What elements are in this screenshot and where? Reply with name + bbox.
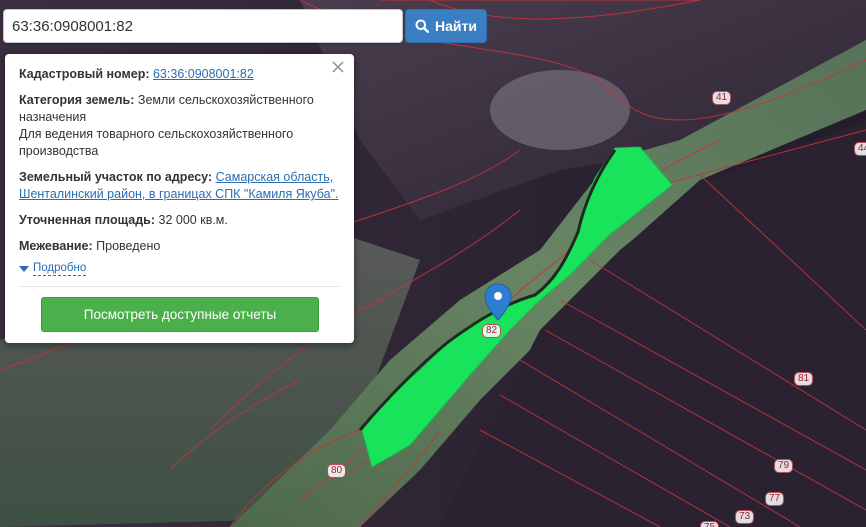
parcel-label-75: 75: [700, 521, 720, 527]
parcel-label-44: 44: [854, 142, 866, 156]
find-button-label: Найти: [435, 18, 477, 34]
parcel-label-81: 81: [794, 372, 814, 386]
search-icon: [415, 19, 430, 33]
survey-value: Проведено: [96, 239, 161, 253]
area-value: 32 000 кв.м.: [158, 213, 228, 227]
parcel-label-79: 79: [774, 459, 794, 473]
area-row: Уточненная площадь: 32 000 кв.м.: [19, 212, 340, 229]
search-box: [3, 9, 403, 43]
land-usage-value: Для ведения товарного сельскохозяйственн…: [19, 127, 294, 158]
parcel-label-80: 80: [327, 464, 347, 478]
field-light-patch: [490, 70, 630, 150]
more-details-label: Подробно: [33, 262, 87, 276]
parcel-label-73: 73: [735, 510, 755, 524]
popup-divider: [19, 286, 340, 287]
area-label: Уточненная площадь:: [19, 213, 156, 227]
find-button[interactable]: Найти: [405, 9, 487, 43]
survey-label: Межевание:: [19, 239, 93, 253]
land-category-label: Категория земель:: [19, 93, 135, 107]
caret-down-icon: [19, 266, 29, 272]
cadastral-number-link[interactable]: 63:36:0908001:82: [153, 67, 254, 81]
land-category-row: Категория земель: Земли сельскохозяйстве…: [19, 92, 340, 160]
cadastral-search-input[interactable]: [4, 10, 402, 42]
cadastral-number-label: Кадастровый номер:: [19, 67, 150, 81]
parcel-label-41: 41: [712, 91, 732, 105]
parcel-label-77: 77: [765, 492, 785, 506]
view-reports-button[interactable]: Посмотреть доступные отчеты: [41, 297, 319, 332]
cadastral-number-row: Кадастровый номер: 63:36:0908001:82: [19, 66, 340, 83]
marker-parcel-label: 82: [482, 324, 502, 338]
address-row: Земельный участок по адресу: Самарская о…: [19, 169, 340, 203]
address-label: Земельный участок по адресу:: [19, 170, 213, 184]
survey-row: Межевание: Проведено: [19, 238, 340, 255]
parcel-info-popup: Кадастровый номер: 63:36:0908001:82 Кате…: [5, 54, 354, 343]
close-icon[interactable]: [330, 59, 346, 75]
more-details-toggle[interactable]: Подробно: [19, 262, 340, 276]
